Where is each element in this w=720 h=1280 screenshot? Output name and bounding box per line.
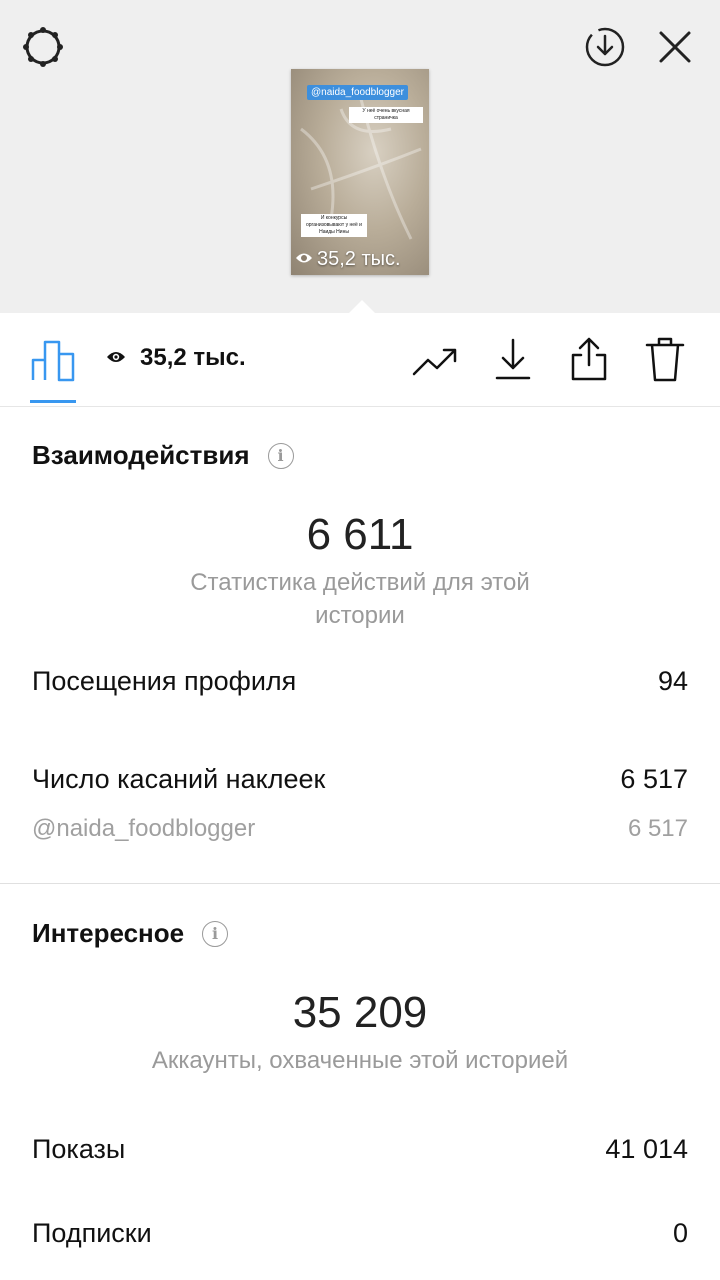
sticker-taps-value: 6 517 (620, 764, 688, 794)
share-icon[interactable] (564, 334, 614, 384)
section-divider (0, 883, 720, 884)
discovery-section-title: Интересное i (32, 918, 229, 949)
story-preview-area: @naida_foodblogger У неё очень вкусная с… (0, 0, 720, 313)
active-tab-indicator (30, 400, 76, 403)
close-icon[interactable] (650, 22, 700, 72)
download-circle-icon[interactable] (580, 22, 630, 72)
thumbnail-caption-top: У неё очень вкусная страничка (349, 107, 423, 123)
follows-value: 0 (672, 1218, 688, 1248)
thumbnail-views-count: 35,2 тыс. (317, 248, 401, 270)
interactions-subtitle: Статистика действий для этой истории (190, 569, 530, 629)
eye-icon (295, 248, 313, 271)
stats-toolbar: 35,2 тыс. (0, 314, 720, 407)
profile-visits-label: Посещения профиля (32, 666, 297, 696)
impressions-value: 41 014 (605, 1134, 688, 1164)
story-thumbnail[interactable]: @naida_foodblogger У неё очень вкусная с… (291, 69, 429, 275)
interactions-title: Взаимодействия (32, 440, 250, 470)
discovery-title: Интересное (32, 918, 185, 948)
sticker-taps-label: Число касаний наклеек (32, 764, 326, 794)
trash-icon[interactable] (640, 334, 690, 384)
thumbnail-views: 35,2 тыс. (295, 248, 401, 271)
settings-icon[interactable] (18, 22, 68, 72)
views-count: 35,2 тыс. (140, 344, 246, 371)
follows-label: Подписки (32, 1218, 152, 1248)
sticker-mention-label: @naida_foodblogger (32, 815, 256, 842)
info-icon[interactable]: i (202, 920, 229, 947)
views-summary: 35,2 тыс. (106, 344, 246, 372)
thumbnail-caption-bottom: И конкурсы организовывают у неё и Наиды … (301, 214, 367, 237)
bar-chart-icon[interactable] (28, 334, 78, 384)
discovery-total: 35 209 (292, 988, 428, 1037)
interactions-total: 6 611 (306, 510, 414, 559)
thumbnail-mention-sticker: @naida_foodblogger (307, 85, 409, 100)
info-icon[interactable]: i (267, 442, 294, 469)
profile-visits-value: 94 (657, 666, 688, 696)
impressions-label: Показы (32, 1134, 126, 1164)
trending-icon[interactable] (410, 340, 462, 384)
interactions-section-title: Взаимодействия i (32, 440, 294, 471)
thumbnail-pointer (348, 300, 376, 314)
eye-icon (106, 344, 126, 372)
sticker-mention-value: 6 517 (627, 815, 688, 842)
discovery-subtitle: Аккаунты, охваченные этой историей (151, 1047, 569, 1074)
download-icon[interactable] (490, 334, 536, 384)
